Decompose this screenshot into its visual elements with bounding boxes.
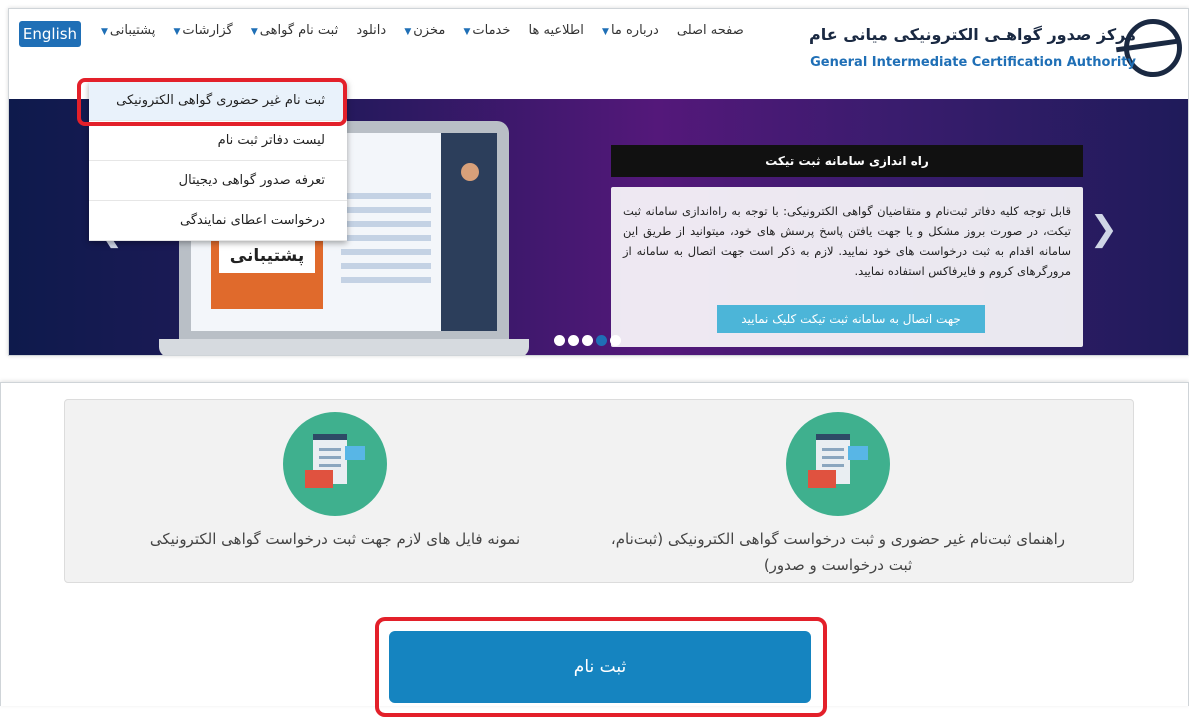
logo-title-en: General Intermediate Certification Autho… <box>810 55 1136 70</box>
slider-dot[interactable] <box>610 335 621 346</box>
screen-table <box>341 193 431 313</box>
main-nav: صفحه اصلی درباره ما▼ اطلاعیه ها خدمات▼ م… <box>87 23 767 47</box>
doc-red-tag <box>305 470 333 488</box>
dropdown-item-tariff[interactable]: تعرفه صدور گواهی دیجیتال <box>89 161 347 201</box>
avatar-icon <box>461 163 479 181</box>
doc-line <box>319 456 341 459</box>
doc-blue-tag <box>345 446 365 460</box>
doc-line <box>822 448 844 451</box>
caret-down-icon: ▼ <box>404 27 412 37</box>
slider-next-arrow-icon[interactable]: ❯ <box>1090 209 1119 249</box>
ballot-label: پشتیبانی <box>219 239 315 273</box>
highlight-box-dropdown <box>77 78 347 126</box>
news-text: قابل توجه کلیه دفاتر ثبت‌نام و متقاضیان … <box>623 204 1071 278</box>
doc-line <box>319 464 341 467</box>
document-icon <box>283 412 387 516</box>
screen-row <box>341 277 431 283</box>
news-body: قابل توجه کلیه دفاتر ثبت‌نام و متقاضیان … <box>611 187 1083 347</box>
caret-down-icon: ▼ <box>250 27 258 37</box>
doc-samples-item[interactable]: نمونه فایل های لازم جهت ثبت درخواست گواه… <box>85 400 585 584</box>
nav-home[interactable]: صفحه اصلی <box>677 23 744 38</box>
caret-down-icon: ▼ <box>101 27 108 37</box>
screen-row <box>341 235 431 241</box>
ticket-system-link-button[interactable]: جهت اتصال به سامانه ثبت تیکت کلیک نمایید <box>717 305 985 333</box>
nav-download[interactable]: دانلود <box>356 23 386 38</box>
logo-title-fa: مرکز صدور گواهـی الکترونیکی میانی عام <box>809 25 1136 44</box>
slider-pagination <box>554 331 630 346</box>
doc-line <box>319 448 341 451</box>
registration-page-panel: راهنمای ثبت‌نام غیر حضوری و ثبت درخواست … <box>0 382 1189 717</box>
nav-support[interactable]: پشتیبانی▼ <box>101 23 155 38</box>
nav-certificate-registration[interactable]: ثبت نام گواهی▼ <box>251 23 338 38</box>
screen-row <box>341 221 431 227</box>
screen-row <box>341 193 431 199</box>
nav-repository[interactable]: مخزن▼ <box>404 23 445 38</box>
dropdown-item-offices-list[interactable]: لیست دفاتر ثبت نام <box>89 121 347 161</box>
slider-dot-active[interactable] <box>596 335 607 346</box>
doc-line <box>822 464 844 467</box>
news-title: راه اندازی سامانه ثبت تیکت <box>611 145 1083 177</box>
doc-blue-tag <box>848 446 868 460</box>
screen-row <box>341 263 431 269</box>
highlight-box-register <box>375 617 827 717</box>
doc-guide-item[interactable]: راهنمای ثبت‌نام غیر حضوری و ثبت درخواست … <box>588 400 1088 584</box>
slider-dot[interactable] <box>582 335 593 346</box>
screenshot-frame: English صفحه اصلی درباره ما▼ اطلاعیه ها … <box>0 0 1189 717</box>
screen-row <box>341 249 431 255</box>
nav-announcements[interactable]: اطلاعیه ها <box>529 23 584 38</box>
doc-guide-label[interactable]: راهنمای ثبت‌نام غیر حضوری و ثبت درخواست … <box>588 526 1088 578</box>
slider-dot[interactable] <box>554 335 565 346</box>
doc-line <box>822 456 844 459</box>
documents-card: راهنمای ثبت‌نام غیر حضوری و ثبت درخواست … <box>64 399 1134 583</box>
document-icon <box>786 412 890 516</box>
caret-down-icon: ▼ <box>463 27 471 37</box>
site-header-panel: English صفحه اصلی درباره ما▼ اطلاعیه ها … <box>8 8 1189 356</box>
caret-down-icon: ▼ <box>602 27 609 37</box>
english-language-button[interactable]: English <box>19 21 81 47</box>
caret-down-icon: ▼ <box>173 27 181 37</box>
doc-red-tag <box>808 470 836 488</box>
slider-dot[interactable] <box>568 335 579 346</box>
doc-samples-label[interactable]: نمونه فایل های لازم جهت ثبت درخواست گواه… <box>85 526 585 552</box>
screen-row <box>341 207 431 213</box>
nav-about[interactable]: درباره ما▼ <box>602 23 659 38</box>
laptop-base <box>159 339 529 355</box>
nav-services[interactable]: خدمات▼ <box>463 23 510 38</box>
site-logo[interactable]: مرکز صدور گواهـی الکترونیکی میانی عام Ge… <box>809 19 1182 79</box>
nav-reports[interactable]: گزارشات▼ <box>173 23 232 38</box>
screen-sidebar <box>441 133 497 331</box>
dropdown-item-agency-request[interactable]: درخواست اعطای نمایندگی <box>89 201 347 241</box>
